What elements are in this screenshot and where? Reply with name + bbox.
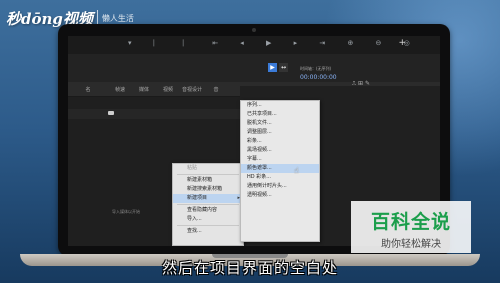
import-media-hint: 导入媒体以开始	[112, 209, 140, 214]
submenu-item-caption[interactable]: 字幕...	[241, 155, 319, 164]
timeline-tools-icons[interactable]: ⎍ ⊞ ✎	[352, 80, 370, 88]
add-icon[interactable]: +	[398, 38, 406, 48]
new-item-submenu: 序列... 已共享项目... 脱机文件... 调整图层... 彩条... 黑场视…	[240, 100, 320, 242]
app-toolbar: ▾ ⎸ ⎸ ⇤ ◂ ▶ ▸ ⇥ ⊕ ⊖ ◎ +	[68, 36, 440, 54]
menu-item-new-item[interactable]: 新建项目 ▸	[173, 194, 243, 203]
tool-palette: ▶ ↔	[268, 63, 288, 72]
menu-item-paste[interactable]: 粘贴	[173, 164, 243, 173]
submenu-item-sequence[interactable]: 序列...	[241, 101, 319, 110]
submenu-item-color-matte[interactable]: 颜色遮罩...	[241, 164, 319, 173]
folder-icon	[108, 111, 114, 115]
menu-item-new-bin[interactable]: 新建素材箱	[173, 176, 243, 185]
menu-separator	[177, 174, 239, 175]
sequence-title: 时间轴：(无序列)	[300, 66, 332, 71]
menu-separator	[177, 204, 239, 205]
submenu-item-transparent-video[interactable]: 透明视频...	[241, 191, 319, 200]
project-row[interactable]	[68, 109, 240, 119]
column-name[interactable]: 名	[68, 82, 108, 96]
baike-watermark: 百科全说 助你轻松解决	[351, 201, 471, 253]
menu-item-new-search-bin[interactable]: 新建搜索素材箱	[173, 185, 243, 194]
submenu-item-black-video[interactable]: 黑场视频...	[241, 146, 319, 155]
logo-subtext: 懒人生活	[101, 14, 134, 23]
track-select-icon[interactable]: ↔	[279, 63, 288, 72]
column-video[interactable]: 视频	[156, 82, 180, 96]
menu-item-import[interactable]: 导入...	[173, 215, 243, 224]
video-caption: 然后在项目界面的空白处	[161, 259, 338, 277]
column-audio[interactable]: 音	[204, 82, 228, 96]
submenu-item-shared-project[interactable]: 已共享项目...	[241, 110, 319, 119]
submenu-item-countdown[interactable]: 通用倒计时片头...	[241, 182, 319, 191]
watermark-subtitle: 助你轻松解决	[381, 239, 441, 250]
column-framerate[interactable]: 帧速	[108, 82, 132, 96]
submenu-item-offline-file[interactable]: 脱机文件...	[241, 119, 319, 128]
menu-item-view-hidden[interactable]: 查看隐藏内容	[173, 206, 243, 215]
menu-item-new-item-label: 新建项目	[187, 195, 208, 201]
mouse-cursor-icon: ☝	[294, 166, 299, 175]
submenu-item-hd-bars[interactable]: HD 彩条...	[241, 173, 319, 182]
submenu-item-bars-tone[interactable]: 彩条...	[241, 137, 319, 146]
context-menu: 粘贴 新建素材箱 新建搜索素材箱 新建项目 ▸ 查看隐藏内容 导入... 查找.…	[172, 163, 244, 246]
menu-separator	[177, 225, 239, 226]
menu-item-find[interactable]: 查找...	[173, 227, 243, 236]
column-audio-design[interactable]: 音视设计	[180, 82, 204, 96]
camera-dot	[252, 28, 256, 32]
submenu-item-adjustment-layer[interactable]: 调整图层...	[241, 128, 319, 137]
column-media[interactable]: 媒体	[132, 82, 156, 96]
timecode-display[interactable]: 00:00:00:00	[300, 74, 337, 81]
project-panel-columns: 名 帧速 媒体 视频 音视设计 音	[68, 82, 228, 96]
selection-tool-icon[interactable]: ▶	[268, 63, 277, 72]
toolbar-icons[interactable]: ▾ ⎸ ⎸ ⇤ ◂ ▶ ▸ ⇥ ⊕ ⊖ ◎	[128, 39, 420, 48]
watermark-title: 百科全说	[370, 211, 451, 233]
